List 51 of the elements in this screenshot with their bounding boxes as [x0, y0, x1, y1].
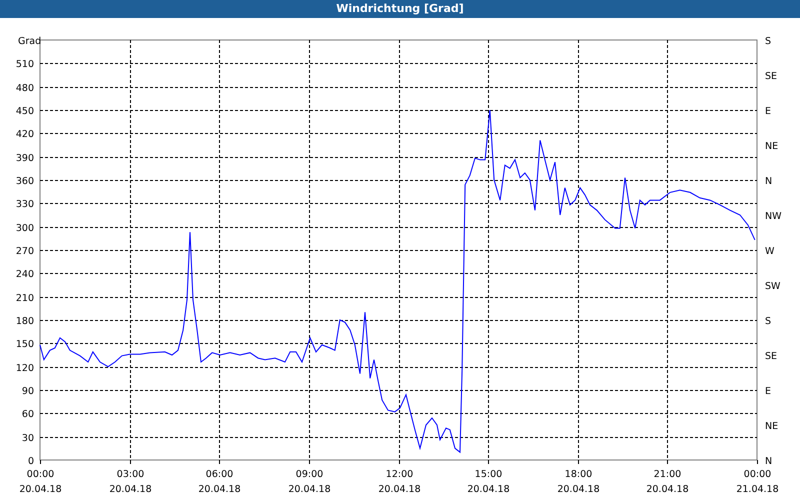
- tick-label: 60: [22, 409, 34, 420]
- tick-label: S: [765, 36, 772, 47]
- tick-label: 150: [16, 339, 34, 350]
- tick-label: SE: [765, 351, 778, 362]
- tick-label: 03:00: [116, 469, 144, 480]
- tick-label: 120: [16, 363, 34, 374]
- tick-label: NE: [765, 141, 778, 152]
- date-label: 20.04.18: [467, 484, 510, 495]
- tick-label: 510: [16, 59, 34, 70]
- tick-label: 180: [16, 316, 34, 327]
- tick-label: 30: [22, 433, 34, 444]
- tick-label: 15:00: [474, 469, 502, 480]
- date-label: 21.04.18: [736, 484, 779, 495]
- tick-label: 300: [16, 223, 34, 234]
- date-label: 20.04.18: [109, 484, 152, 495]
- tick-label: 00:00: [26, 469, 54, 480]
- tick-label: 06:00: [206, 469, 234, 480]
- tick-label: N: [765, 176, 772, 187]
- date-label: 20.04.18: [19, 484, 62, 495]
- tick-label: SW: [765, 281, 780, 292]
- tick-label: 480: [16, 83, 34, 94]
- tick-label: 90: [22, 386, 34, 397]
- tick-label: 12:00: [386, 469, 414, 480]
- tick-label: NW: [765, 211, 782, 222]
- y-axis-label: Grad: [18, 36, 42, 47]
- date-label: 20.04.18: [646, 484, 689, 495]
- tick-label: N: [765, 456, 772, 467]
- tick-label: W: [765, 246, 774, 257]
- tick-label: 210: [16, 293, 34, 304]
- tick-label: 270: [16, 246, 34, 257]
- tick-label: 0: [28, 456, 34, 467]
- tick-label: E: [765, 106, 772, 117]
- tick-label: SE: [765, 71, 778, 82]
- tick-label: S: [765, 316, 772, 327]
- tick-label: 09:00: [296, 469, 324, 480]
- date-label: 20.04.18: [557, 484, 600, 495]
- tick-label: 18:00: [564, 469, 592, 480]
- tick-label: 390: [16, 153, 34, 164]
- window-title: Windrichtung [Grad]: [336, 1, 464, 17]
- tick-label: 00:00: [744, 469, 772, 480]
- tick-label: 450: [16, 106, 34, 117]
- tick-label: 330: [16, 199, 34, 210]
- tick-label: 360: [16, 176, 34, 187]
- date-label: 20.04.18: [288, 484, 331, 495]
- date-label: 20.04.18: [198, 484, 241, 495]
- tick-label: 21:00: [654, 469, 682, 480]
- tick-label: 240: [16, 269, 34, 280]
- tick-label: 420: [16, 129, 34, 140]
- tick-label: E: [765, 386, 772, 397]
- date-label: 20.04.18: [378, 484, 421, 495]
- tick-label: NE: [765, 421, 778, 432]
